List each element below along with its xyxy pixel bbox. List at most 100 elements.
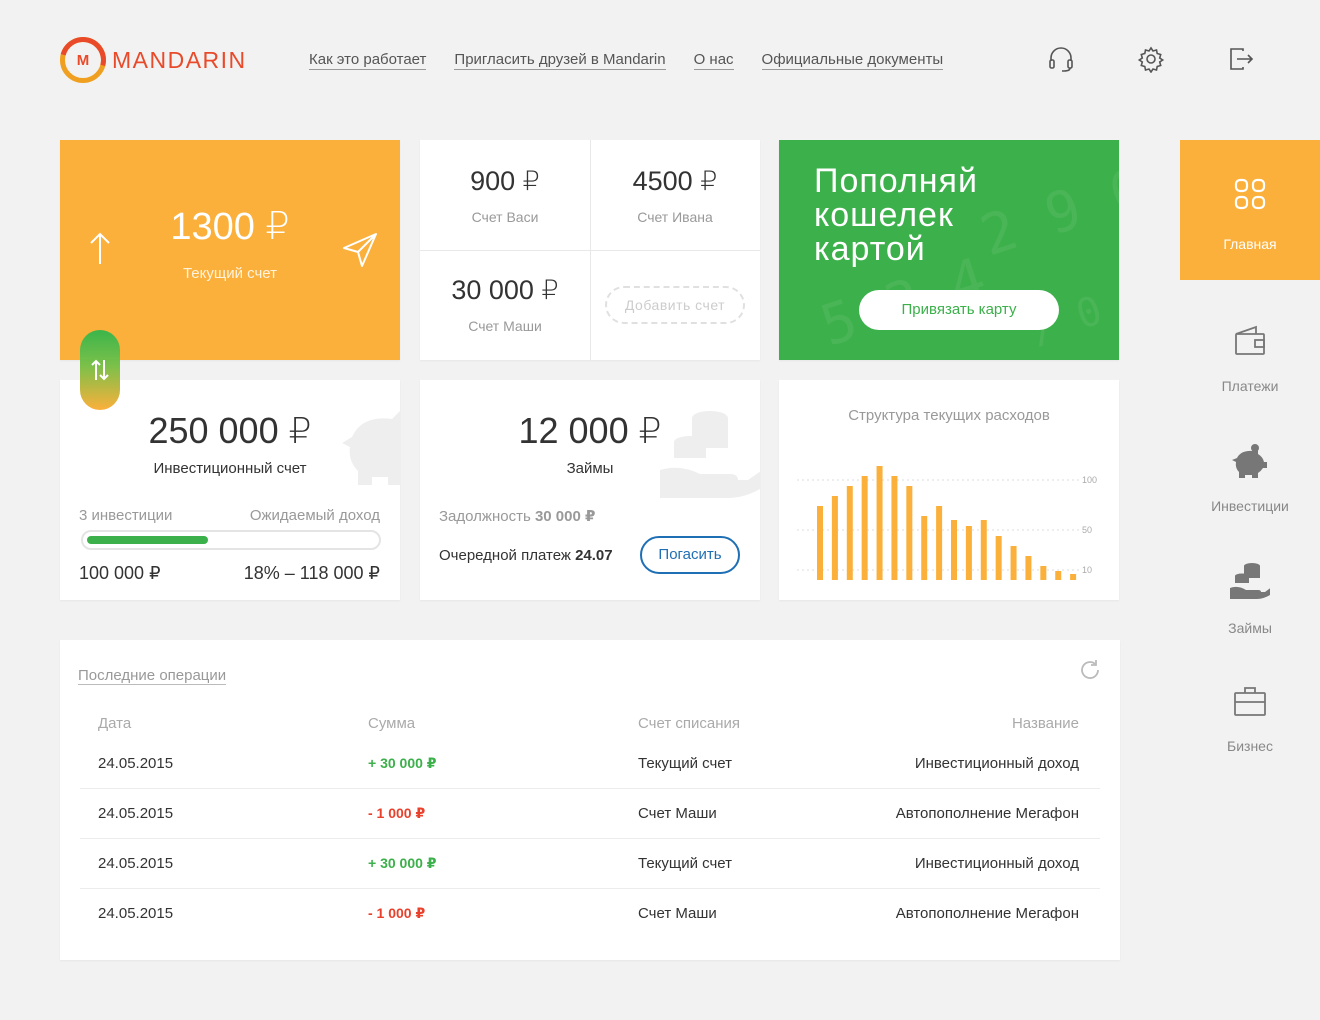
operation-sum: + 30 000 ₽ [368,855,437,871]
chart-bar[interactable] [891,476,898,580]
expenses-chart-card[interactable]: 100 50 10 Структура текущих расходов [779,380,1119,600]
recent-operations-card: Последние операции Дата Сумма Счет списа… [60,640,1120,960]
chart-bar[interactable] [876,466,883,580]
column-header-name: Название [1011,715,1079,732]
operation-sum: - 1 000 ₽ [368,905,426,921]
operation-sum: + 30 000 ₽ [368,755,437,771]
headset-icon [1049,47,1073,72]
chart-bar[interactable] [906,486,913,580]
operation-date: 24.05.2015 [98,755,174,772]
nav-how-it-works[interactable]: Как это работает [309,51,427,70]
promo-title: Пополняй кошелек картой [814,164,978,266]
logo-text: MANDARIN [112,46,247,73]
support-button[interactable] [1046,44,1076,74]
chart-bar[interactable] [1055,571,1062,580]
loans-label: Займы [566,460,614,477]
chart-bar[interactable] [951,520,957,580]
investment-progress-fill [87,536,208,544]
chart-bar[interactable] [965,526,972,580]
gear-icon [1137,46,1165,73]
account-masha[interactable]: 30 000 ₽ Счет Маши [420,250,590,360]
repay-button[interactable]: Погасить [640,536,740,574]
chart-bar[interactable] [831,496,838,580]
table-row[interactable]: 24.05.2015 - 1 000 ₽ Счет Маши Автопопол… [80,789,1100,839]
refresh-icon[interactable] [1078,658,1102,682]
operation-date: 24.05.2015 [98,855,174,872]
swap-arrows-icon [91,359,109,381]
account-label: Счет Васи [471,209,539,225]
chart-bar[interactable] [995,536,1002,580]
chart-bar[interactable] [936,506,943,580]
transfer-switch-button[interactable] [80,330,120,410]
loans-amount: 12 000 ₽ [518,410,662,451]
column-header-account: Счет списания [638,715,740,732]
current-account-card[interactable]: 1300 ₽ Текущий счет [60,140,400,360]
send-icon[interactable] [342,232,378,268]
operation-name: Инвестиционный доход [914,855,1079,872]
briefcase-icon [1180,660,1320,718]
table-row[interactable]: 24.05.2015 + 30 000 ₽ Текущий счет Инвес… [80,739,1100,789]
chart-bar[interactable] [1025,556,1032,580]
sidebar-item-investments[interactable]: Инвестиции [1180,420,1320,540]
account-amount: 900 ₽ [470,166,540,196]
table-row[interactable]: 24.05.2015 + 30 000 ₽ Текущий счет Инвес… [80,839,1100,889]
top-nav: Как это работает Пригласить друзей в Man… [309,51,971,70]
account-amount: 30 000 ₽ [451,275,559,305]
sidebar-item-label: Инвестиции [1211,498,1289,514]
nav-about[interactable]: О нас [693,51,734,70]
chart-bar[interactable] [980,520,987,580]
investment-principal: 100 000 ₽ [79,563,161,583]
next-payment-info: Очередной платеж 24.07 [439,547,613,564]
operation-date: 24.05.2015 [98,805,174,822]
grid-icon [1180,140,1320,210]
chart-bar[interactable] [1070,574,1077,580]
promo-line: картой [814,230,926,268]
sidebar-item-home[interactable]: Главная [1180,140,1320,280]
chart-bar[interactable] [817,506,823,580]
logo[interactable]: M MANDARIN [60,37,247,83]
investment-amount: 250 000 ₽ [148,410,312,451]
sidebar-item-loans[interactable]: Займы [1180,540,1320,660]
account-amount: 4500 ₽ [632,166,718,196]
piggy-bank-icon [1180,420,1320,478]
recent-operations-title[interactable]: Последние операции [78,667,227,685]
operation-name: Автопополнение Мегафон [895,805,1079,822]
sidebar-item-label: Бизнес [1227,738,1273,754]
chart-bar[interactable] [861,476,868,580]
logout-button[interactable] [1226,44,1256,74]
chart-title: Структура текущих расходов [848,407,1050,424]
chart-bar[interactable] [1040,566,1047,580]
sidebar-item-payments[interactable]: Платежи [1180,300,1320,420]
sidebar-item-label: Платежи [1221,378,1279,394]
column-header-date: Дата [98,715,132,732]
account-ivan[interactable]: 4500 ₽ Счет Ивана [590,140,760,250]
operation-account: Текущий счет [638,755,733,772]
expected-income-value: 18% – 118 000 ₽ [243,563,380,583]
sub-accounts-card: 900 ₽ Счет Васи 4500 ₽ Счет Ивана 30 000… [420,140,760,360]
chart-bar[interactable] [846,486,853,580]
next-payment-date: 24.07 [575,547,613,564]
settings-button[interactable] [1136,44,1166,74]
chart-tick-label: 10 [1082,565,1092,575]
table-row[interactable]: 24.05.2015 - 1 000 ₽ Счет Маши Автопопол… [80,889,1100,939]
account-vasya[interactable]: 900 ₽ Счет Васи [420,140,590,250]
promo-line: кошелек [814,196,954,234]
chart-bars [817,466,1077,580]
investment-card[interactable]: 250 000 ₽ Инвестиционный счет 3 инвестиц… [60,380,400,600]
chart-bar[interactable] [1010,546,1017,580]
debt-info: Задолжность 30 000 ₽ [439,507,595,525]
add-account-button[interactable]: Добавить счет [605,286,745,324]
nav-official-docs[interactable]: Официальные документы [761,51,944,70]
operation-account: Счет Маши [638,805,717,822]
investment-label: Инвестиционный счет [153,460,307,477]
chart-tick-labels: 100 50 10 [1082,475,1097,575]
sidebar-item-label: Займы [1228,620,1272,636]
promo-line: Пополняй [814,162,978,200]
investment-count: 3 инвестиции [79,507,173,524]
nav-invite-friends[interactable]: Пригласить друзей в Mandarin [454,51,666,70]
investment-stats-values: 100 000 ₽ 18% – 118 000 ₽ [79,563,380,584]
link-card-button[interactable]: Привязать карту [859,290,1059,330]
sidebar-item-business[interactable]: Бизнес [1180,660,1320,780]
chart-bar[interactable] [921,516,928,580]
loans-card[interactable]: 12 000 ₽ Займы Задолжность 30 000 ₽ Очер… [420,380,760,600]
